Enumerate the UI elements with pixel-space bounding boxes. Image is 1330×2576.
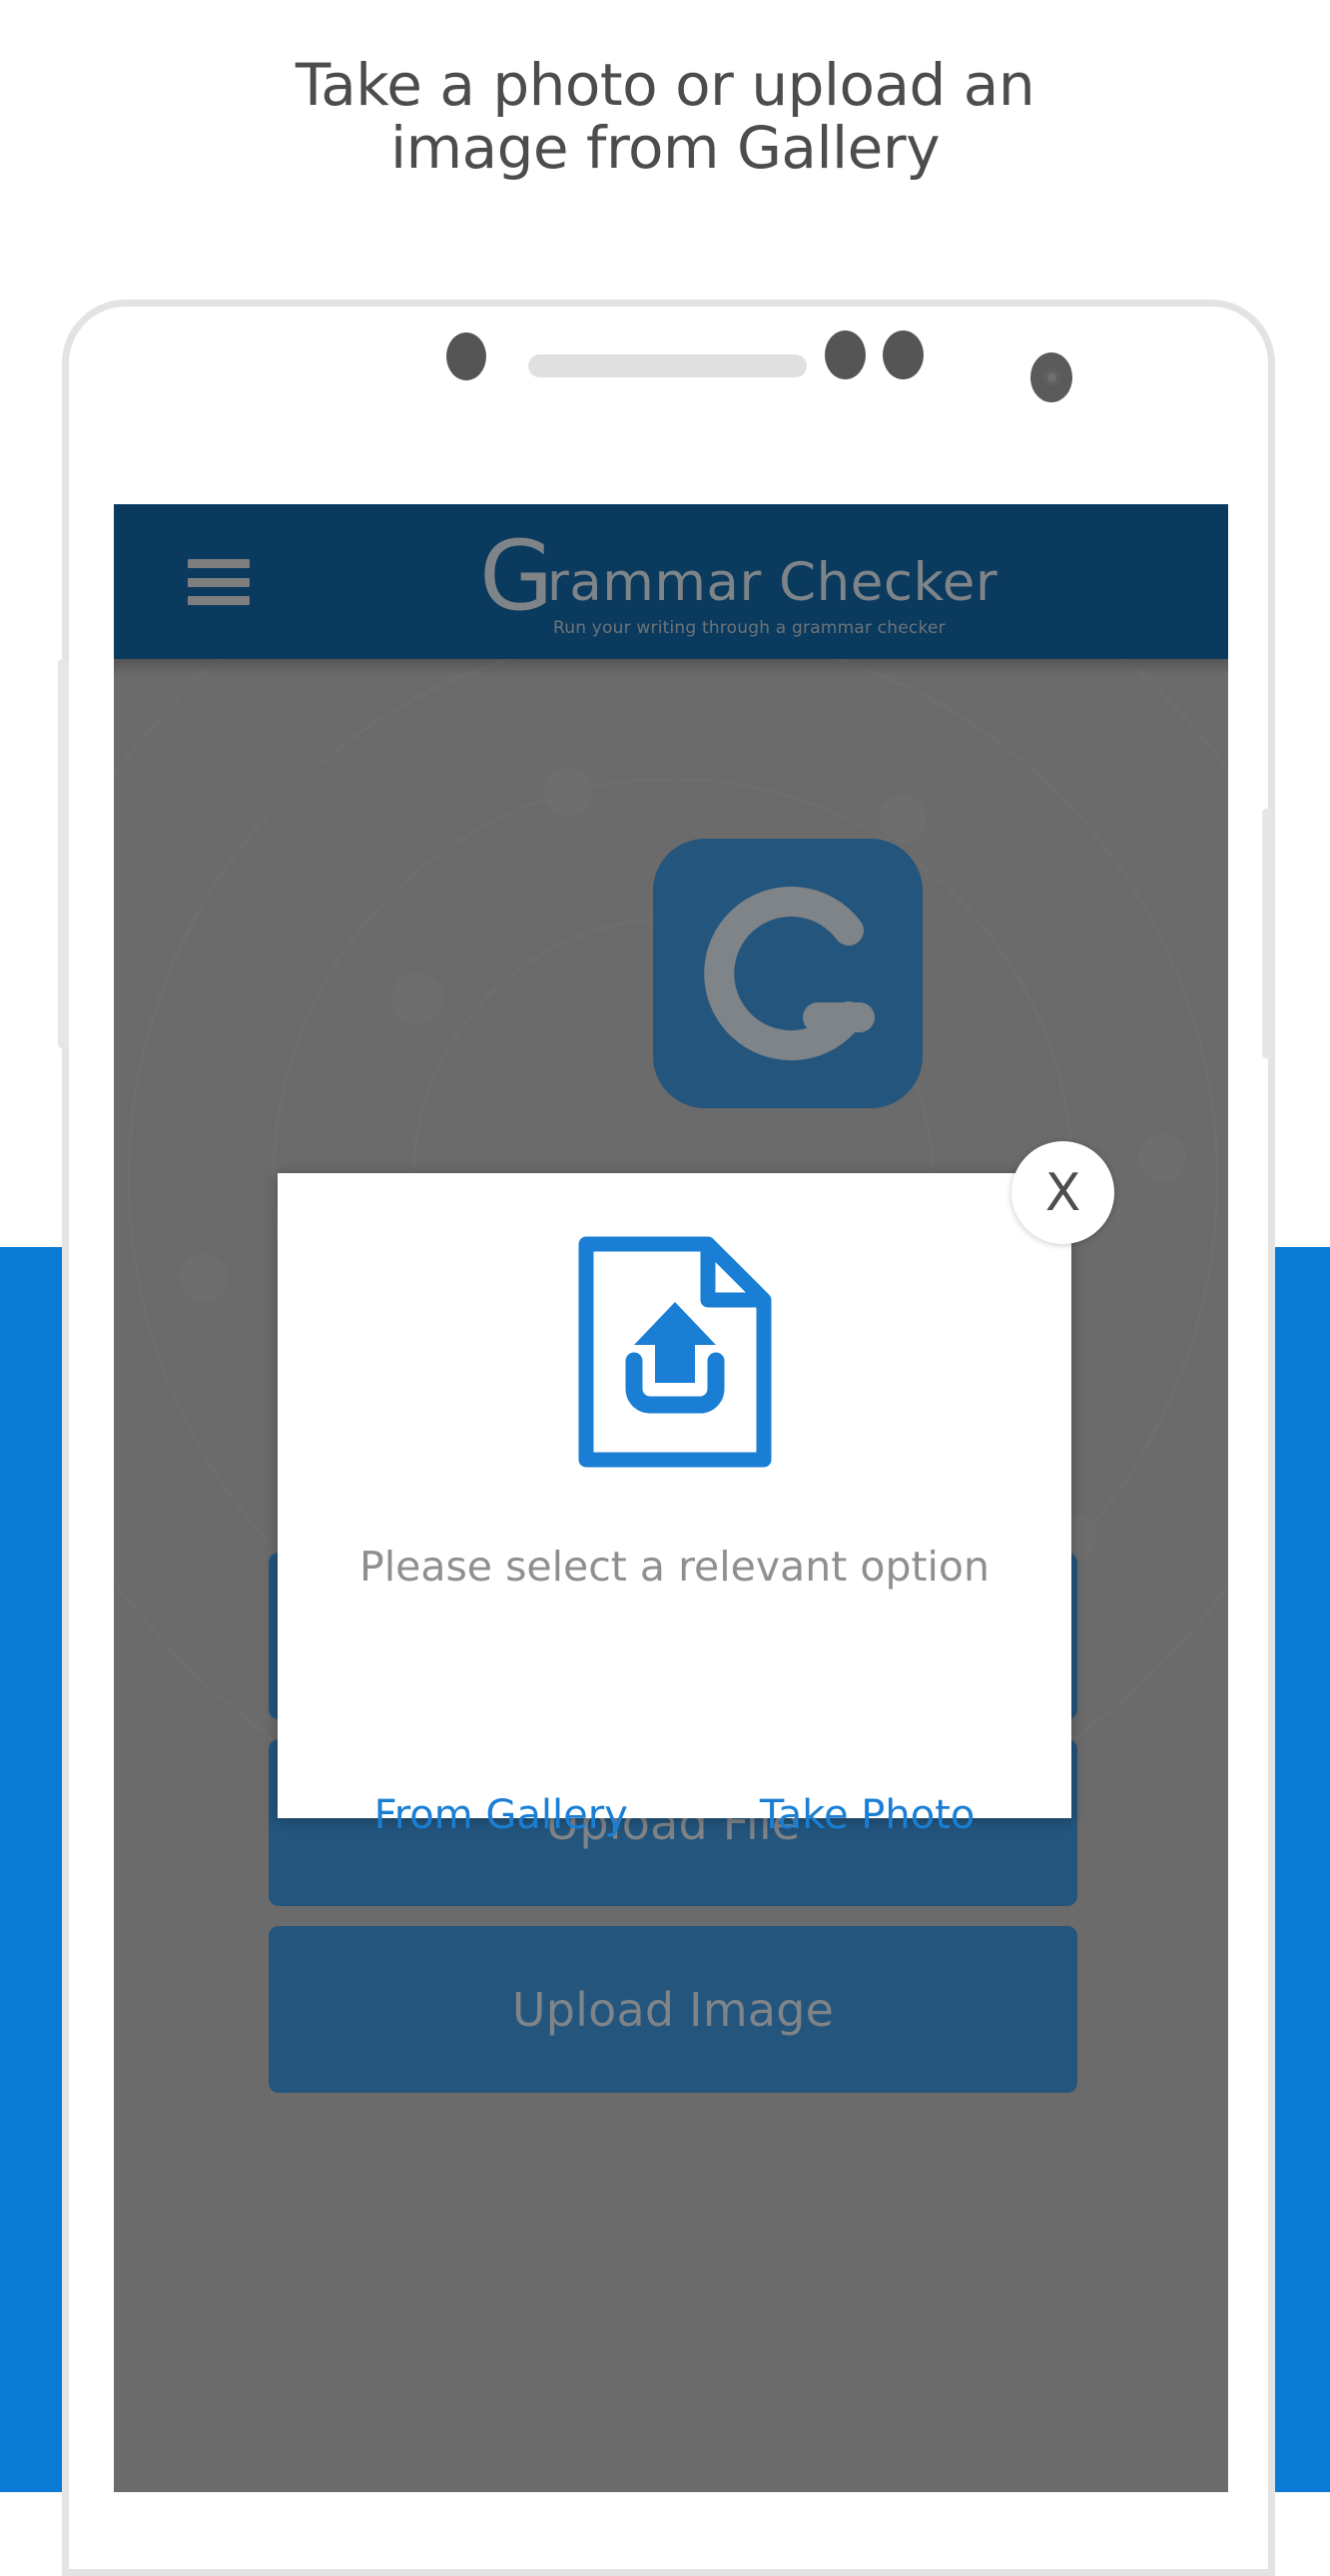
hamburger-bar-3 [188,596,250,605]
close-icon: X [1044,1162,1081,1223]
hamburger-bar-1 [188,559,250,568]
take-photo-button[interactable]: Take Photo [760,1792,976,1838]
file-upload-icon-wrap [278,1233,1071,1471]
app-header-bar: G rammar Checker Run your writing throug… [114,504,1228,659]
sensor-dot-icon [883,330,924,379]
app-logo-letter: G [479,520,554,632]
app-splash-logo [653,839,923,1108]
app-logo-tagline: Run your writing through a grammar check… [553,618,946,638]
file-upload-icon [578,1236,771,1468]
proximity-sensor-icon [446,332,486,380]
promo-heading-line-2: image from Gallery [389,113,941,182]
phone-volume-button [58,659,69,1048]
hamburger-menu-icon[interactable] [188,559,250,605]
earpiece-speaker-icon [528,354,807,377]
phone-power-button [1262,809,1273,1058]
promo-heading-line-1: Take a photo or upload an [295,51,1035,119]
hamburger-bar-2 [188,577,250,587]
from-gallery-button[interactable]: From Gallery [374,1792,628,1838]
dialog-action-row: From Gallery Take Photo [278,1792,1071,1838]
header-shadow [114,659,1228,675]
dialog-message: Please select a relevant option [358,1543,990,1591]
upload-image-button[interactable]: Upload Image [269,1926,1077,2093]
promo-heading: Take a photo or upload an image from Gal… [0,54,1330,179]
upload-option-dialog: Please select a relevant option From Gal… [278,1173,1071,1838]
app-logo-title: rammar Checker [547,552,998,613]
app-logo: G rammar Checker Run your writing throug… [479,528,1078,638]
light-sensor-icon [825,330,866,379]
app-splash-logo-letter-g [704,887,875,1060]
front-camera-icon [1030,352,1072,402]
dialog-close-button[interactable]: X [1011,1141,1114,1244]
